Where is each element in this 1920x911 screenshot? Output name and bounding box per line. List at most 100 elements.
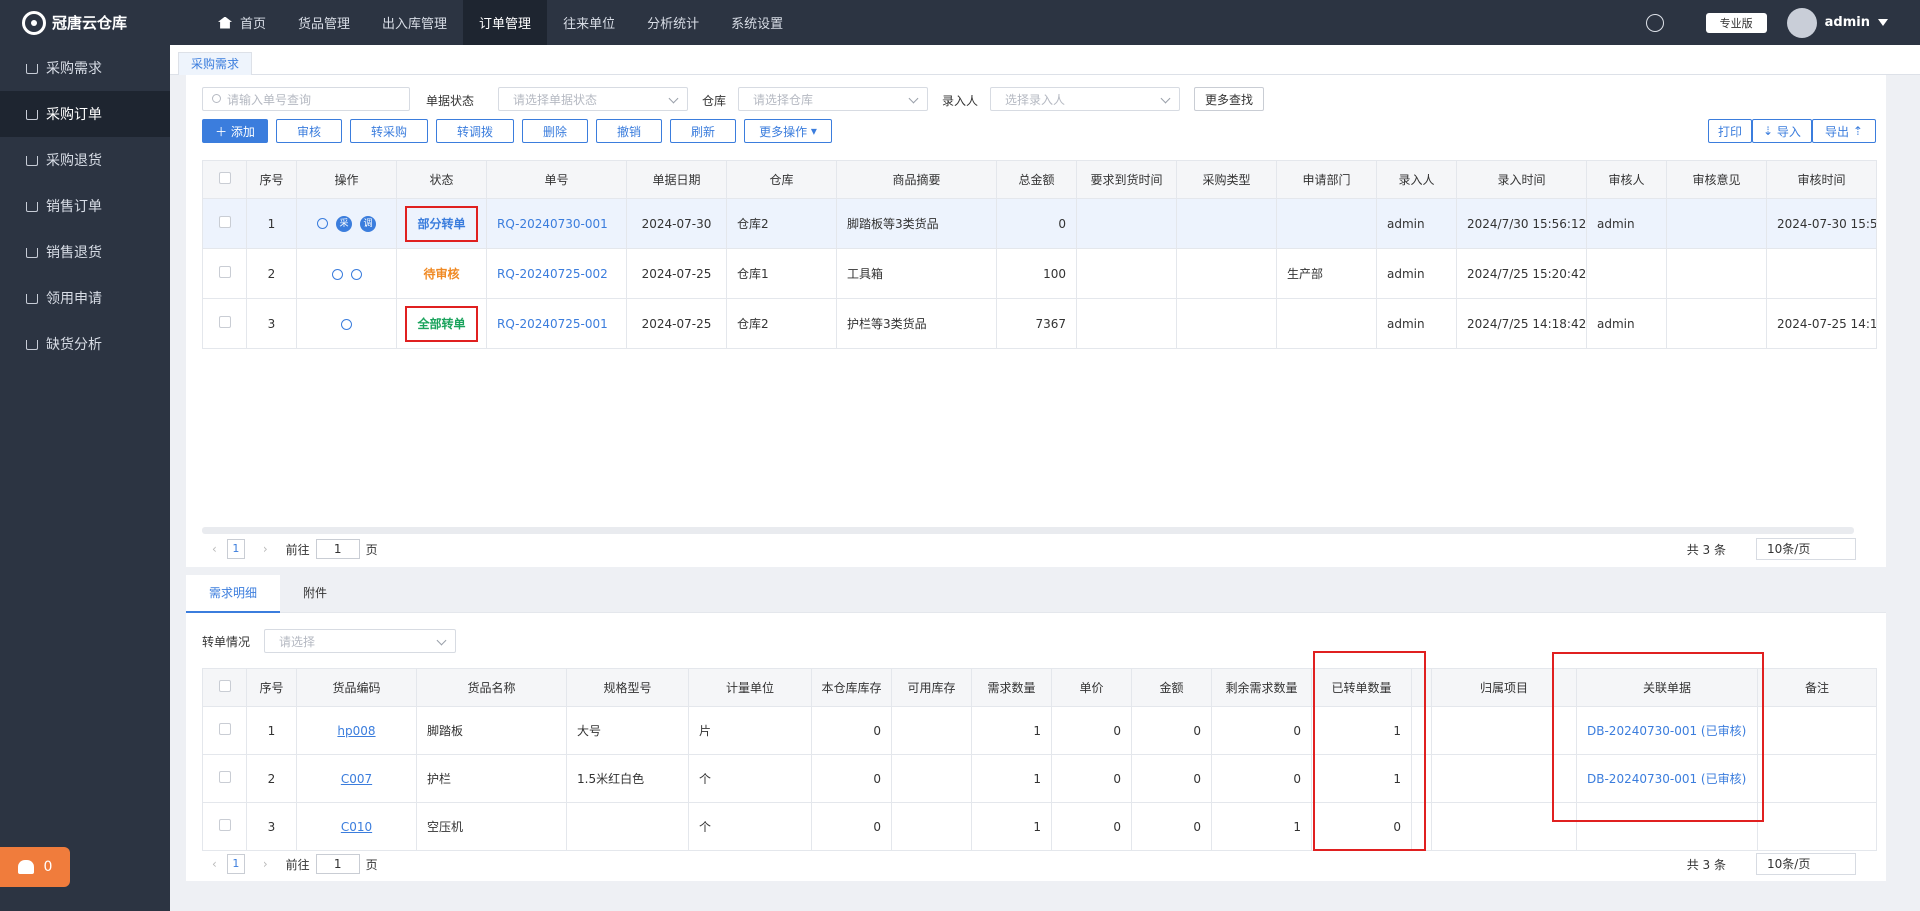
- col-header: 申请部门: [1276, 160, 1377, 199]
- next-page-icon[interactable]: ›: [263, 542, 268, 556]
- status-select[interactable]: 请选择单据状态: [498, 87, 688, 111]
- sidebar-item-sales-order[interactable]: 销售订单: [0, 183, 170, 229]
- cart-icon: [26, 64, 38, 74]
- table-row[interactable]: 1 采调 部分转单 RQ-20240730-001 2024-07-30 仓库2…: [202, 198, 1877, 249]
- goods-code-link[interactable]: hp008: [296, 706, 417, 755]
- goto-input[interactable]: 1: [315, 539, 360, 559]
- transfer-tag-icon[interactable]: 调: [360, 215, 376, 232]
- page-size-select[interactable]: 10条/页: [1756, 538, 1856, 560]
- goods-code-link[interactable]: C010: [296, 802, 417, 851]
- goto-label: 前往: [285, 542, 310, 557]
- audit-button[interactable]: 审核: [276, 119, 342, 143]
- chevron-down-icon[interactable]: [1878, 19, 1888, 26]
- app-logo[interactable]: 冠唐云仓库: [0, 0, 170, 45]
- alarm-button[interactable]: 0: [0, 847, 70, 887]
- row-checkbox[interactable]: [202, 248, 247, 299]
- pagination: ‹ 1 › 前往 1 页 共 3 条 10条/页: [202, 537, 1876, 561]
- more-search-button[interactable]: 更多查找: [1194, 87, 1264, 111]
- page-number[interactable]: 1: [226, 854, 245, 874]
- row-checkbox[interactable]: [202, 754, 247, 803]
- goods-unit: 个: [688, 802, 812, 851]
- print-button[interactable]: 打印: [1708, 119, 1752, 143]
- audit-time: 2024-07-30 15:56: [1766, 198, 1877, 249]
- row-checkbox[interactable]: [202, 298, 247, 349]
- col-header: 商品摘要: [836, 160, 997, 199]
- page-number[interactable]: 1: [226, 539, 245, 559]
- delete-button[interactable]: 删除: [522, 119, 588, 143]
- warehouse-label: 仓库: [702, 94, 727, 108]
- table-row[interactable]: 3 全部转单 RQ-20240725-001 2024-07-25 仓库2 护栏…: [202, 298, 1877, 349]
- goto-label: 前往: [285, 857, 310, 872]
- tab-purchase-demand[interactable]: 采购需求: [178, 52, 253, 75]
- row-checkbox[interactable]: [202, 802, 247, 851]
- highlight-box-related-doc: [1552, 652, 1764, 822]
- goto-input[interactable]: 1: [315, 854, 360, 874]
- table-row[interactable]: 2 待审核 RQ-20240725-002 2024-07-25 仓库1 工具箱…: [202, 248, 1877, 299]
- amount: 0: [996, 198, 1077, 249]
- import-button[interactable]: ⇣ 导入: [1752, 119, 1812, 143]
- due-time: [1076, 198, 1177, 249]
- unit-price: 0: [1051, 706, 1132, 755]
- prev-page-icon[interactable]: ‹: [212, 857, 217, 871]
- settings-icon[interactable]: [1645, 13, 1664, 32]
- sidebar-item-purchase-return[interactable]: 采购退货: [0, 137, 170, 183]
- demand-qty: 1: [971, 802, 1052, 851]
- top-nav-inout[interactable]: 出入库管理: [366, 0, 463, 45]
- tab-demand-detail[interactable]: 需求明细: [186, 575, 280, 613]
- transfer-select[interactable]: 请选择: [264, 629, 456, 653]
- user-name[interactable]: admin: [1825, 15, 1870, 30]
- top-nav-partners[interactable]: 往来单位: [547, 0, 631, 45]
- order-code-link[interactable]: RQ-20240725-002: [486, 248, 627, 299]
- remaining-qty: 0: [1211, 706, 1312, 755]
- prev-page-icon[interactable]: ‹: [212, 542, 217, 556]
- print-icon[interactable]: [350, 268, 362, 280]
- row-checkbox[interactable]: [202, 198, 247, 249]
- print-icon[interactable]: [341, 318, 352, 330]
- next-page-icon[interactable]: ›: [263, 857, 268, 871]
- order-date: 2024-07-30: [626, 198, 727, 249]
- top-nav-analytics[interactable]: 分析统计: [631, 0, 715, 45]
- col-header: 状态: [396, 160, 487, 199]
- row-checkbox[interactable]: [202, 706, 247, 755]
- top-nav-settings[interactable]: 系统设置: [715, 0, 799, 45]
- page-size-select[interactable]: 10条/页: [1756, 853, 1856, 875]
- sidebar-item-sales-return[interactable]: 销售退货: [0, 229, 170, 275]
- status-cell: 待审核: [396, 248, 487, 299]
- add-button[interactable]: ＋ 添加: [202, 119, 268, 143]
- avatar[interactable]: [1786, 7, 1817, 38]
- sidebar-item-requisition[interactable]: 领用申请: [0, 275, 170, 321]
- refresh-button[interactable]: 刷新: [670, 119, 736, 143]
- export-button[interactable]: 导出 ⇡: [1812, 119, 1876, 143]
- highlight-box-converted-qty: [1313, 651, 1426, 851]
- top-nav-home[interactable]: 首页: [202, 0, 282, 45]
- order-code-link[interactable]: RQ-20240730-001: [486, 198, 627, 249]
- horizontal-scrollbar[interactable]: [202, 527, 1854, 534]
- sidebar-item-purchase-demand[interactable]: 采购需求: [0, 45, 170, 91]
- order-code-link[interactable]: RQ-20240725-001: [486, 298, 627, 349]
- entry-select[interactable]: 选择录入人: [990, 87, 1180, 111]
- top-nav-goods[interactable]: 货品管理: [282, 0, 366, 45]
- topbar: 首页 货品管理 出入库管理 订单管理 往来单位 分析统计 系统设置 专业版 ad…: [170, 0, 1920, 45]
- col-header: 金额: [1131, 668, 1212, 707]
- to-transfer-button[interactable]: 转调拨: [436, 119, 514, 143]
- more-actions-button[interactable]: 更多操作 ▾: [744, 119, 832, 143]
- print-icon[interactable]: [317, 218, 328, 229]
- tab-attachments[interactable]: 附件: [280, 575, 350, 613]
- purchase-tag-icon[interactable]: 采: [336, 215, 352, 232]
- amount: 100: [996, 248, 1077, 299]
- warehouse-select[interactable]: 请选择仓库: [738, 87, 928, 111]
- edit-icon[interactable]: [331, 268, 343, 280]
- purchase-type: [1176, 248, 1277, 299]
- to-purchase-button[interactable]: 转采购: [350, 119, 428, 143]
- top-nav-orders[interactable]: 订单管理: [463, 0, 548, 45]
- warehouse-stock: 0: [811, 802, 892, 851]
- sidebar-item-purchase-order[interactable]: 采购订单: [0, 91, 170, 137]
- revoke-button[interactable]: 撤销: [596, 119, 662, 143]
- select-all-checkbox[interactable]: [202, 160, 247, 199]
- available-stock: [891, 754, 972, 803]
- sidebar-item-shortage[interactable]: 缺货分析: [0, 321, 170, 367]
- goods-code-link[interactable]: C007: [296, 754, 417, 803]
- search-input[interactable]: 请输入单号查询: [202, 87, 410, 111]
- select-all-checkbox[interactable]: [202, 668, 247, 707]
- order-date: 2024-07-25: [626, 298, 727, 349]
